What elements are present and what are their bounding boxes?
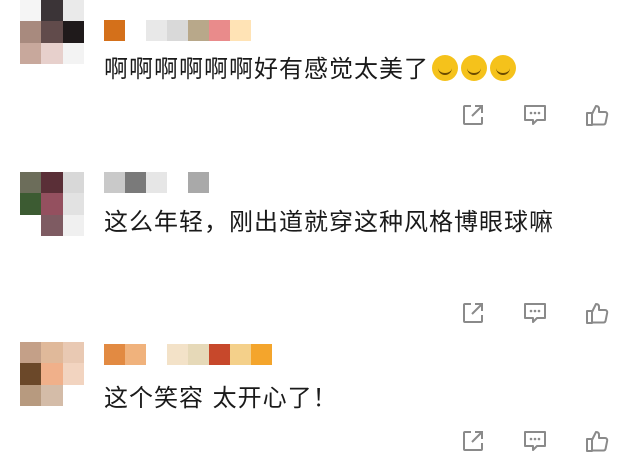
avatar-mosaic-tile [20,21,42,43]
comment-actions [440,102,640,134]
username-mosaic-tile [146,344,167,365]
username-mosaic-tile [167,344,188,365]
avatar-mosaic-tile [41,342,63,364]
username-mosaic-tile [230,344,251,365]
avatar-mosaic-tile [62,42,84,64]
username-mosaic-tile [125,20,146,41]
username-mosaic-tile [167,20,188,41]
comment-item: 啊啊啊啊啊啊好有感觉太美了 [0,0,640,150]
avatar-mosaic-tile [41,21,63,43]
avatar-mosaic-tile [62,384,84,406]
username-mosaic-tile [104,20,125,41]
avatar-mosaic-tile [20,0,42,22]
share-icon[interactable] [460,300,490,330]
avatar-mosaic-tile [41,172,63,194]
avatar-mosaic-tile [20,214,42,236]
crying-face-icon [461,55,487,81]
share-icon[interactable] [460,428,490,458]
username-mosaic-tile [146,20,167,41]
avatar-mosaic-tile [20,363,42,385]
username[interactable] [104,172,209,193]
comment-text: 这么年轻，刚出道就穿这种风格博眼球嘛 [104,208,554,236]
avatar-mosaic-tile [20,384,42,406]
avatar-mosaic-tile [41,42,63,64]
comment-text: 啊啊啊啊啊啊好有感觉太美了 [104,49,624,89]
crying-face-icon [490,55,516,81]
avatar[interactable] [20,172,84,236]
avatar-mosaic-tile [41,384,63,406]
username-mosaic-tile [125,172,146,193]
comment-item: 这个笑容 太开心了！ [0,330,640,471]
avatar-mosaic-tile [41,193,63,215]
avatar-mosaic-tile [62,21,84,43]
avatar-mosaic-tile [20,172,42,194]
username[interactable] [104,20,251,41]
avatar-mosaic-tile [41,363,63,385]
username-mosaic-tile [188,344,209,365]
username-mosaic-tile [188,172,209,193]
thumbs-up-icon[interactable] [584,428,614,458]
username-mosaic-tile [146,172,167,193]
avatar-mosaic-tile [41,0,63,22]
share-icon[interactable] [460,102,490,132]
thumbs-up-icon[interactable] [584,300,614,330]
avatar-mosaic-tile [41,214,63,236]
comment-actions [440,300,640,332]
comment-icon[interactable] [522,102,552,132]
username-mosaic-tile [209,20,230,41]
avatar-mosaic-tile [62,214,84,236]
username-mosaic-tile [230,20,251,41]
avatar-mosaic-tile [20,342,42,364]
comment-icon[interactable] [522,428,552,458]
username-mosaic-tile [125,344,146,365]
username-mosaic-tile [188,20,209,41]
avatar[interactable] [20,342,84,406]
username-mosaic-tile [209,344,230,365]
avatar-mosaic-tile [62,342,84,364]
username-mosaic-tile [104,172,125,193]
avatar-mosaic-tile [20,42,42,64]
thumbs-up-icon[interactable] [584,102,614,132]
avatar-mosaic-tile [62,0,84,22]
avatar-mosaic-tile [62,193,84,215]
avatar-mosaic-tile [62,363,84,385]
comment-actions [440,428,640,460]
username-mosaic-tile [251,344,272,365]
username-mosaic-tile [167,172,188,193]
username-mosaic-tile [104,344,125,365]
comment-text: 这个笑容 太开心了！ [104,384,338,412]
avatar-mosaic-tile [20,193,42,215]
avatar[interactable] [20,0,84,64]
comment-item: 这么年轻，刚出道就穿这种风格博眼球嘛 [0,150,640,330]
username[interactable] [104,344,272,365]
avatar-mosaic-tile [62,172,84,194]
crying-face-icon [432,55,458,81]
comment-icon[interactable] [522,300,552,330]
